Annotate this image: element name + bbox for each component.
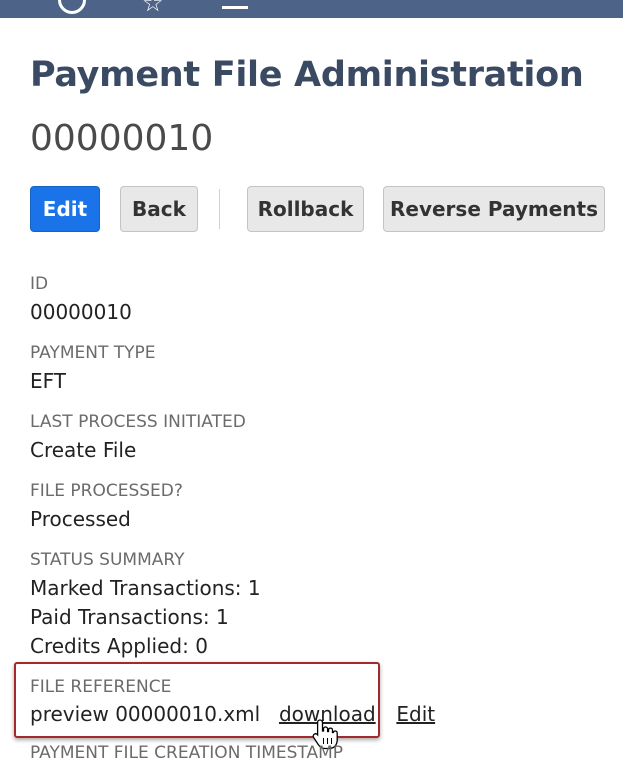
id-label: ID (30, 274, 49, 294)
back-button[interactable]: Back (120, 186, 198, 232)
file-name: preview 00000010.xml (30, 702, 261, 726)
status-summary-label: STATUS SUMMARY (30, 550, 185, 570)
file-reference-label: FILE REFERENCE (30, 677, 172, 697)
star-icon[interactable]: ☆ (142, 0, 164, 15)
reverse-payments-button[interactable]: Reverse Payments (383, 186, 605, 232)
creation-timestamp-label: PAYMENT FILE CREATION TIMESTAMP (30, 743, 344, 763)
last-process-value: Create File (30, 438, 137, 462)
dash-icon[interactable] (222, 6, 248, 9)
file-processed-value: Processed (30, 507, 131, 531)
last-process-label: LAST PROCESS INITIATED (30, 412, 246, 432)
rollback-button[interactable]: Rollback (247, 186, 364, 232)
toolbar-divider (219, 189, 220, 229)
file-reference-row: preview 00000010.xml download Edit (30, 702, 435, 726)
status-summary-line: Marked Transactions: 1 (30, 576, 261, 600)
page-title: Payment File Administration (30, 55, 584, 95)
record-number: 00000010 (30, 118, 214, 159)
top-navigation-bar: ☆ (0, 0, 623, 18)
id-value: 00000010 (30, 300, 132, 324)
edit-file-link[interactable]: Edit (396, 702, 435, 726)
edit-button[interactable]: Edit (30, 186, 100, 232)
status-summary-line: Paid Transactions: 1 (30, 605, 229, 629)
payment-type-label: PAYMENT TYPE (30, 343, 156, 363)
circle-icon[interactable] (58, 0, 86, 14)
file-processed-label: FILE PROCESSED? (30, 481, 183, 501)
payment-type-value: EFT (30, 369, 67, 393)
status-summary-line: Credits Applied: 0 (30, 634, 208, 658)
